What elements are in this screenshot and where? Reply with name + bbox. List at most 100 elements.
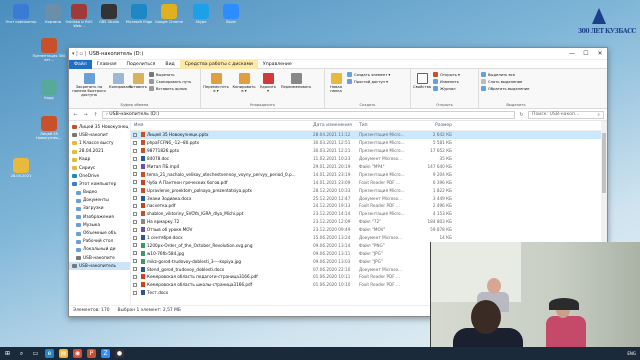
row-checkbox[interactable] [131, 290, 138, 295]
nav-item[interactable]: Загрузки [69, 205, 130, 213]
nav-item[interactable]: Сириус [69, 164, 130, 172]
nav-item[interactable]: Изображения [69, 213, 130, 221]
cut-button[interactable]: Вырезать [149, 72, 191, 77]
column-date[interactable]: Дата изменения [310, 123, 356, 128]
minimize-button[interactable]: — [565, 50, 579, 57]
file-row[interactable]: 98771826.pptx 30.03.2021 12:21 Презентация… [131, 147, 607, 155]
desktop-icon[interactable]: OBS Studio [92, 4, 126, 24]
nav-item[interactable]: Видео [69, 189, 130, 197]
copy-to-button[interactable]: Копировать в ▾ [231, 71, 257, 101]
zoom-icon[interactable]: Z [101, 349, 110, 358]
invert-selection-button[interactable]: Обратить выделение [481, 86, 529, 91]
move-to-button[interactable]: Переместить в ▾ [203, 71, 229, 101]
open-button[interactable]: Открыть ▾ [433, 72, 460, 77]
column-type[interactable]: Тип [356, 123, 410, 128]
close-button[interactable]: ✕ [593, 50, 607, 57]
file-row[interactable]: 1 сентября.docx 15.06.2020 13:24 Документ … [131, 234, 607, 242]
row-checkbox[interactable] [131, 140, 138, 145]
file-row[interactable]: Лицей 35 Новокузнецк.pptx 28.04.2021 11:1… [131, 131, 607, 139]
tab-drive-tools[interactable]: Средства работы с дисками [179, 59, 258, 69]
file-row[interactable]: tema_21_nachalo_velikoy_otechestvennoy_v… [131, 170, 607, 178]
easy-access-button[interactable]: Простой доступ ▾ [347, 79, 390, 84]
file-row[interactable]: Отзыв об уроке.MOV 23.12.2020 09:49 Файл "… [131, 226, 607, 234]
file-row[interactable]: Знаки Зодиака.docx 25.12.2020 12:47 Докуме… [131, 194, 607, 202]
edit-button[interactable]: Изменить [433, 79, 460, 84]
quick-access-toolbar[interactable]: ▾ | ▫ | [72, 51, 86, 57]
row-checkbox[interactable] [131, 180, 138, 185]
file-row[interactable]: shablon_viktoriny_SVOYa_IGRA_dlya_Michi.… [131, 210, 607, 218]
column-name[interactable]: Имя [131, 123, 310, 128]
nav-item[interactable]: Лицей 35 Новокузнец [69, 123, 130, 131]
row-checkbox[interactable] [131, 251, 138, 256]
nav-item[interactable]: Документы [69, 197, 130, 205]
row-checkbox[interactable] [131, 196, 138, 201]
new-item-button[interactable]: Создать элемент ▾ [347, 72, 390, 77]
column-size[interactable]: Размер [410, 123, 466, 128]
desktop-icon[interactable]: Google Chrome [152, 4, 186, 24]
file-row[interactable]: 84078.doc 11.02.2021 10:23 Документ Micros… [131, 155, 607, 163]
nav-item[interactable]: Этот компьютер [69, 180, 130, 188]
history-button[interactable]: Журнал [433, 86, 460, 91]
address-path[interactable]: › USB-накопитель (D:) [102, 110, 515, 119]
up-button[interactable]: ↑ [92, 112, 99, 118]
chrome-icon[interactable]: ◉ [73, 349, 82, 358]
nav-item[interactable]: USB-накопите [69, 254, 130, 262]
row-checkbox[interactable] [131, 132, 138, 137]
row-checkbox[interactable] [131, 282, 138, 287]
nav-item[interactable]: Музыка [69, 221, 130, 229]
row-checkbox[interactable] [131, 267, 138, 272]
properties-button[interactable]: Свойства [413, 71, 431, 101]
tab-view[interactable]: Вид [160, 60, 179, 69]
new-folder-button[interactable]: Новая папка [327, 71, 345, 101]
desktop-icon[interactable]: Этот компьютер [4, 4, 38, 24]
row-checkbox[interactable] [131, 148, 138, 153]
desktop-icon[interactable]: Microsoft Edge [122, 4, 156, 24]
pin-quick-access-button[interactable]: Закрепить на панели быстрого доступа [71, 71, 107, 101]
row-checkbox[interactable] [131, 243, 138, 248]
file-row[interactable]: Митап ПБ.mp4 29.01.2021 20:19 Файл "MP4" 14… [131, 163, 607, 171]
rename-button[interactable]: Переименовать [279, 71, 313, 101]
powerpoint-icon[interactable]: P [87, 349, 96, 358]
row-checkbox[interactable] [131, 227, 138, 232]
nav-item[interactable]: Объемные объ [69, 229, 130, 237]
file-row[interactable]: Чуба А Пантеон греческих богов.pdf 14.01.… [131, 178, 607, 186]
nav-item[interactable]: 28.04.2021 [69, 148, 130, 156]
row-checkbox[interactable] [131, 274, 138, 279]
select-all-button[interactable]: Выделить все [481, 72, 529, 77]
row-checkbox[interactable] [131, 164, 138, 169]
search-icon[interactable]: ⌕ [17, 349, 26, 358]
desktop-icon[interactable]: Skype [184, 4, 218, 24]
scrollbar-thumb[interactable] [602, 133, 606, 193]
task-view-icon[interactable]: ▭ [31, 349, 40, 358]
search-input[interactable]: Поиск: USB-накоп... ⌕ [528, 110, 604, 119]
nav-item[interactable]: 1 Классе высту [69, 139, 130, 147]
file-explorer-icon[interactable]: ▤ [59, 349, 68, 358]
desktop-icon[interactable]: Zoom [214, 4, 248, 24]
row-checkbox[interactable] [131, 172, 138, 177]
refresh-button[interactable]: ↻ [518, 112, 525, 118]
row-checkbox[interactable] [131, 219, 138, 224]
row-checkbox[interactable] [131, 259, 138, 264]
nav-item[interactable]: USB-накопит [69, 131, 130, 139]
select-none-button[interactable]: Снять выделение [481, 79, 529, 84]
tab-share[interactable]: Поделиться [122, 60, 161, 69]
paste-button[interactable]: Вставить [129, 71, 147, 101]
file-row[interactable]: пасхетка.pdf 24.12.2020 19:13 Foxit Reader… [131, 202, 607, 210]
back-button[interactable]: ← [72, 112, 79, 118]
nav-item[interactable]: Локальный ди [69, 246, 130, 254]
language-indicator[interactable]: ENG [627, 351, 636, 356]
start-button[interactable]: ⊞ [3, 349, 12, 358]
nav-item[interactable]: OneDrive [69, 172, 130, 180]
maximize-button[interactable]: ☐ [579, 50, 593, 57]
edge-icon[interactable]: e [45, 349, 54, 358]
copy-path-button[interactable]: Скопировать путь [149, 79, 191, 84]
delete-button[interactable]: Удалить ▾ [259, 71, 277, 101]
nav-item[interactable]: Кадр [69, 156, 130, 164]
file-row[interactable]: phpaFCFN6_-12--80.pptx 30.03.2021 12:51 Пр… [131, 139, 607, 147]
file-row[interactable]: Upravlenie_proektom_polnaya_prezentatsiy… [131, 186, 607, 194]
row-checkbox[interactable] [131, 188, 138, 193]
row-checkbox[interactable] [131, 203, 138, 208]
row-checkbox[interactable] [131, 211, 138, 216]
desktop-icon[interactable]: Лицей 35 Новокузнец... [32, 116, 66, 140]
desktop-icon[interactable]: Кадр [32, 80, 66, 100]
